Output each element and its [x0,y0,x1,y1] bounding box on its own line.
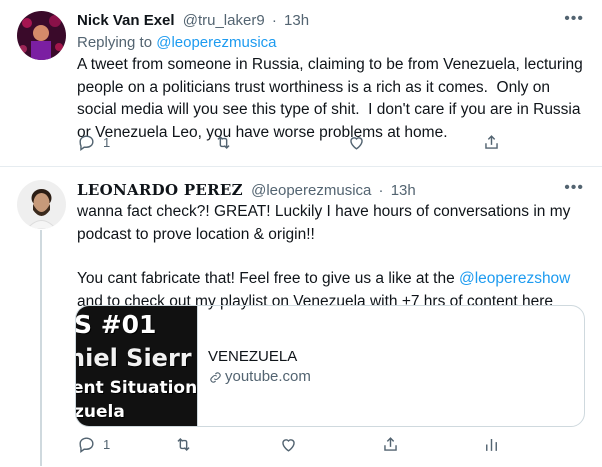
share-icon [485,134,498,149]
avatar[interactable] [17,180,66,229]
tweet-text-segment: You cant fabricate that! Feel free to gi… [77,270,459,287]
thumbnail-text: ent Situation i [76,378,198,398]
avatar[interactable] [17,11,66,60]
share-icon [384,436,397,451]
card-domain-text: youtube.com [225,368,311,385]
retweet-button[interactable] [174,433,193,455]
user-handle[interactable]: @tru_laker9 [183,12,265,29]
reply-icon [79,134,94,151]
tweet-header: LEONARDO PEREZ @leoperezmusica · 13h ••• [77,179,586,201]
tweet-actions: 1 [77,433,517,455]
retweet-icon [177,437,190,451]
separator-dot: · [271,12,277,29]
analytics-icon [486,438,497,451]
thumbnail-text: zuela [76,402,125,422]
retweet-icon [217,135,230,149]
link-icon [210,371,221,383]
share-button[interactable] [482,131,501,153]
like-button[interactable] [347,131,366,153]
reply-count: 1 [103,436,111,452]
thumbnail-text: niel Sierr [76,344,192,372]
heart-icon [350,136,363,150]
reply-count: 1 [103,134,111,150]
tweet-body: Nick Van Exel @tru_laker9 · 13h ••• Repl… [77,10,586,144]
like-button[interactable] [279,433,298,455]
reply-button[interactable]: 1 [77,131,110,153]
thumbnail-text: S #01 [76,310,157,339]
card-thumbnail: S #01 niel Sierr ent Situation i zuela [76,306,198,426]
avatar-image [17,180,66,229]
more-dots-icon[interactable]: ••• [564,179,584,197]
mention-link[interactable]: @leoperezshow [459,270,570,287]
card-title: VENEZUELA [208,348,298,365]
timestamp[interactable]: 13h [391,182,416,199]
tweet[interactable]: Nick Van Exel @tru_laker9 · 13h ••• Repl… [0,0,602,167]
share-button[interactable] [381,433,400,455]
timestamp[interactable]: 13h [284,12,309,29]
avatar-image [17,11,66,60]
card-info: VENEZUELA youtube.com [198,306,321,426]
more-dots-icon[interactable]: ••• [564,10,584,28]
heart-icon [282,438,295,452]
thread-line [40,230,42,466]
reply-icon [79,436,94,453]
display-name[interactable]: Nick Van Exel [77,12,175,29]
replying-prefix: Replying to [77,34,153,51]
user-handle[interactable]: @leoperezmusica [251,182,371,199]
tweet-body: LEONARDO PEREZ @leoperezmusica · 13h •••… [77,179,586,313]
reply-button[interactable]: 1 [77,433,110,455]
tweet-text-paragraph-1: wanna fact check?! GREAT! Luckily I have… [77,203,575,243]
replying-to: Replying to @leoperezmusica [77,32,586,54]
card-domain: youtube.com [208,367,311,387]
tweet-header: Nick Van Exel @tru_laker9 · 13h ••• [77,10,586,32]
replying-to-link[interactable]: @leoperezmusica [156,34,276,51]
link-card[interactable]: S #01 niel Sierr ent Situation i zuela V… [75,305,585,427]
display-name[interactable]: LEONARDO PEREZ [77,181,243,199]
retweet-button[interactable] [214,131,233,153]
tweet[interactable]: LEONARDO PEREZ @leoperezmusica · 13h •••… [0,168,602,467]
tweet-actions: 1 [77,131,517,153]
separator-dot: · [378,182,384,199]
analytics-button[interactable] [482,433,501,455]
